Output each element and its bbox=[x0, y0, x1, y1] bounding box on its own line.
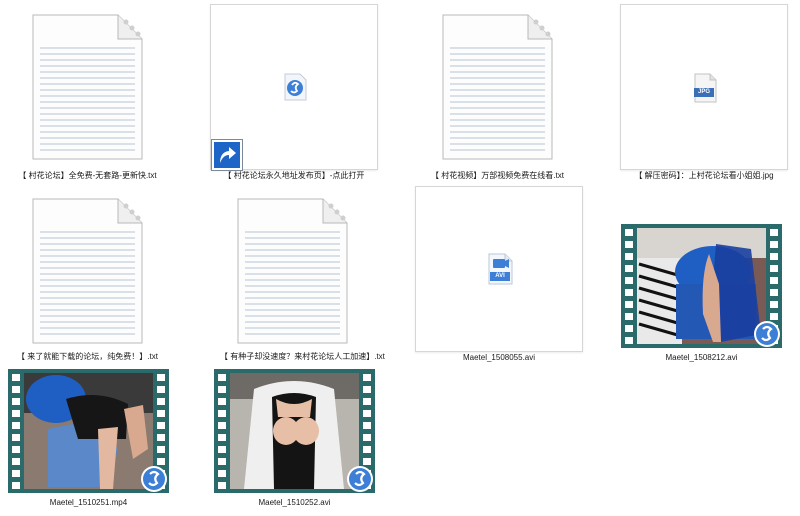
file-item[interactable]: 【 村花论坛永久地址发布页】-点此打开 bbox=[210, 4, 378, 186]
file-item[interactable]: 【 有种子却没速度？来村花论坛人工加速】.txt bbox=[220, 192, 385, 370]
text-document-icon bbox=[235, 196, 350, 346]
text-document-icon bbox=[30, 196, 145, 346]
file-item[interactable]: AVI Maetel_1508055.avi bbox=[415, 186, 583, 368]
player-badge-icon bbox=[346, 465, 374, 493]
file-name: 【 解压密码】：上村花论坛看小姐姐.jpg bbox=[634, 171, 774, 180]
file-thumbnail bbox=[210, 4, 378, 171]
file-name: Maetel_1510252.avi bbox=[258, 498, 331, 507]
file-item[interactable]: 【 村花论坛】全免费-无套路-更新快.txt bbox=[18, 8, 157, 186]
file-name: Maetel_1508055.avi bbox=[462, 353, 536, 362]
file-name: 【 村花论坛】全免费-无套路-更新快.txt bbox=[18, 171, 157, 180]
shortcut-arrow-icon bbox=[211, 139, 243, 171]
file-name: 【 来了就能下载的论坛，纯免费！】.txt bbox=[17, 352, 158, 361]
text-document-icon bbox=[30, 12, 145, 162]
file-thumbnail: JPG bbox=[620, 4, 788, 170]
video-thumbnail bbox=[8, 369, 169, 493]
file-name: 【 有种子却没速度？来村花论坛人工加速】.txt bbox=[220, 352, 385, 361]
player-badge-icon bbox=[753, 320, 781, 348]
file-item[interactable]: 【 来了就能下载的论坛，纯免费！】.txt bbox=[17, 192, 158, 370]
file-item[interactable]: Maetel_1508212.avi bbox=[621, 224, 782, 366]
avi-file-icon: AVI bbox=[487, 253, 513, 285]
file-name: 【 村花论坛永久地址发布页】-点此打开 bbox=[223, 171, 365, 180]
file-name: 【 村花视频】万部视频免费在线看.txt bbox=[431, 171, 564, 180]
jpg-file-icon: JPG bbox=[693, 73, 717, 103]
file-item[interactable]: Maetel_1510251.mp4 bbox=[8, 369, 169, 513]
video-thumbnail bbox=[621, 224, 782, 348]
player-badge-icon bbox=[140, 465, 168, 493]
file-name: Maetel_1510251.mp4 bbox=[49, 498, 128, 507]
app-logo-icon bbox=[283, 73, 307, 101]
file-type-badge: AVI bbox=[495, 273, 505, 279]
file-item[interactable]: 【 村花视频】万部视频免费在线看.txt bbox=[431, 8, 564, 186]
file-explorer-grid: 【 村花论坛】全免费-无套路-更新快.txt 【 村花论坛永久地址发布页】-点此… bbox=[0, 0, 800, 516]
text-document-icon bbox=[440, 12, 555, 162]
file-name: Maetel_1508212.avi bbox=[665, 353, 738, 362]
file-item[interactable]: Maetel_1510252.avi bbox=[214, 369, 375, 513]
video-thumbnail bbox=[214, 369, 375, 493]
file-item[interactable]: JPG 【 解压密码】：上村花论坛看小姐姐.jpg bbox=[620, 4, 788, 186]
file-thumbnail: AVI bbox=[415, 186, 583, 352]
file-type-badge: JPG bbox=[697, 89, 710, 95]
